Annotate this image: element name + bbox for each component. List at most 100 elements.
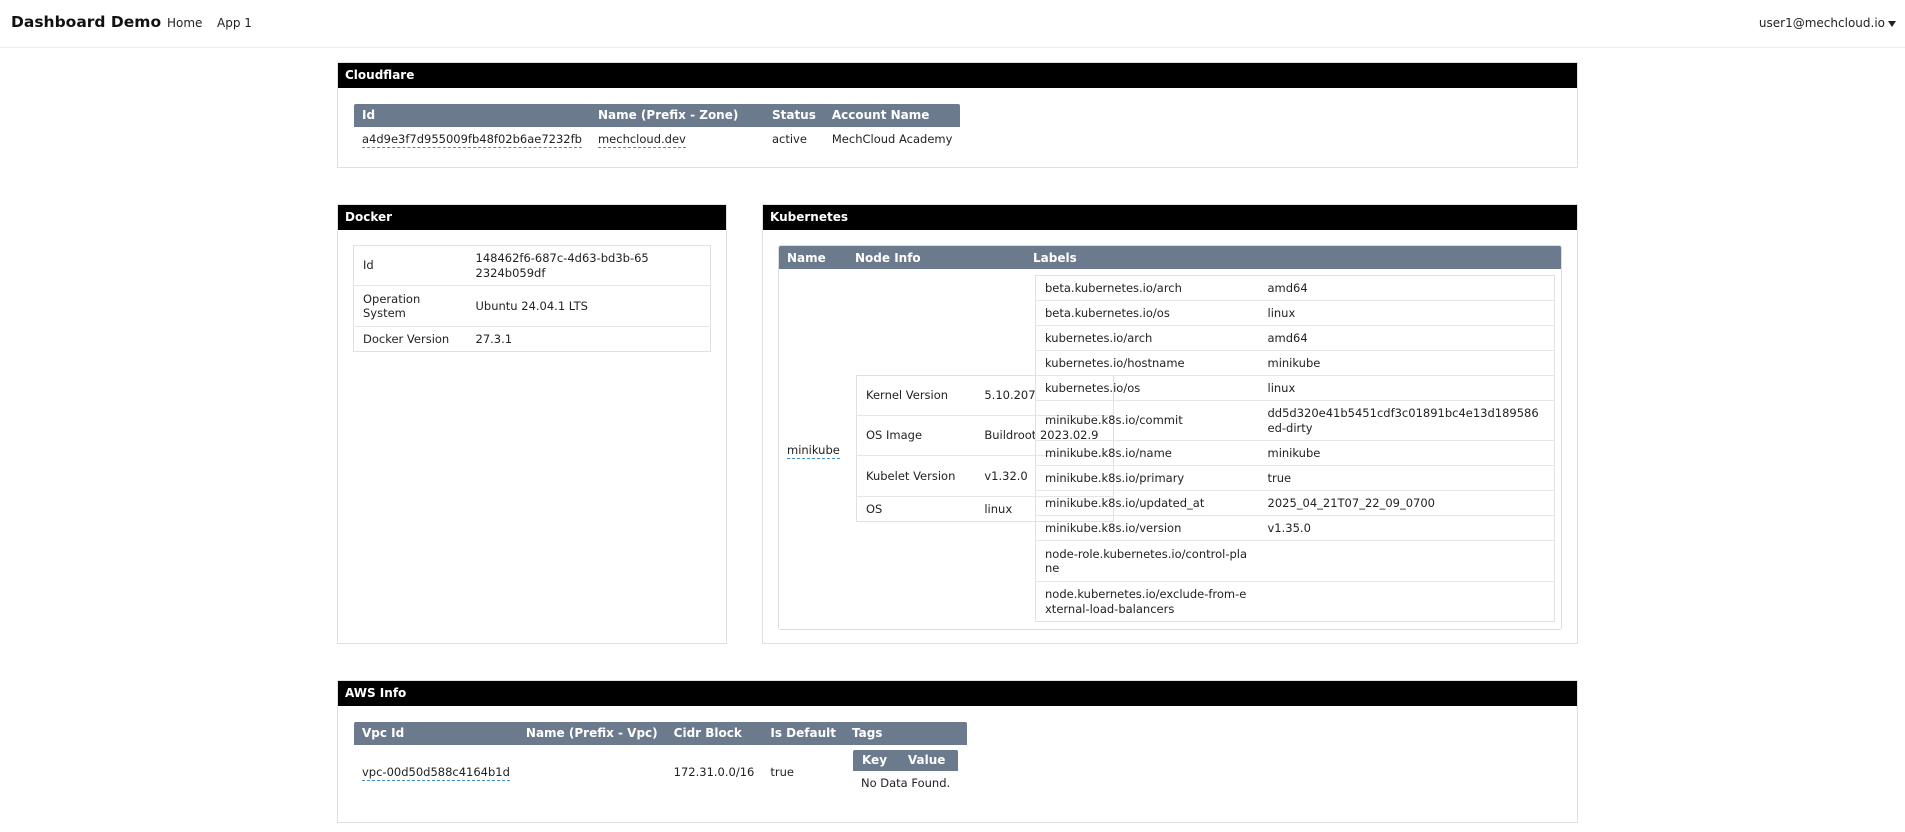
label-key: beta.kubernetes.io/arch bbox=[1045, 280, 1182, 295]
cloudflare-panel: Cloudflare Id Name (Prefix - Zone) Statu… bbox=[337, 62, 1578, 168]
cloudflare-zones-table: Id Name (Prefix - Zone) Status Account N… bbox=[353, 103, 962, 152]
caret-down-icon bbox=[1888, 20, 1896, 27]
column-header-account-name[interactable]: Account Name bbox=[823, 104, 961, 127]
label-value bbox=[1258, 581, 1555, 622]
table-row: node-role.kubernetes.io/control-plane bbox=[1035, 540, 1555, 582]
vpc-name bbox=[518, 745, 666, 800]
docker-id-key: Id bbox=[363, 258, 374, 273]
table-row: minikube.k8s.io/commit dd5d320e41b5451cd… bbox=[1035, 400, 1555, 441]
label-key: node-role.kubernetes.io/control-plane bbox=[1035, 540, 1259, 582]
zone-id-link[interactable]: a4d9e3f7d955009fb48f02b6ae7232fb bbox=[362, 131, 582, 148]
docker-version-value: 27.3.1 bbox=[466, 326, 711, 352]
node-labels-table: beta.kubernetes.io/arch amd64 beta.kuber… bbox=[1035, 275, 1555, 622]
os-key: OS bbox=[856, 496, 976, 522]
table-row: kubernetes.io/hostname minikube bbox=[1035, 350, 1555, 376]
table-row: beta.kubernetes.io/arch amd64 bbox=[1036, 276, 1555, 301]
vpc-cidr-block: 172.31.0.0/16 bbox=[673, 765, 755, 779]
label-value: linux bbox=[1258, 375, 1555, 401]
table-header-row: Id Name (Prefix - Zone) Status Account N… bbox=[354, 104, 961, 127]
table-row: Operation System Ubuntu 24.04.1 LTS bbox=[353, 285, 711, 327]
table-row: vpc-00d50d588c4164b1d 172.31.0.0/16 true… bbox=[354, 745, 967, 800]
label-value: minikube bbox=[1258, 440, 1555, 466]
column-header-tag-key[interactable]: Key bbox=[852, 749, 899, 771]
zone-name-link[interactable]: mechcloud.dev bbox=[597, 131, 686, 148]
docker-info-table: Id 148462f6-687c-4d63-bd3b-652324b059df … bbox=[353, 245, 711, 352]
docker-version-key: Docker Version bbox=[353, 326, 467, 352]
table-row: Docker Version 27.3.1 bbox=[353, 326, 711, 352]
label-value: v1.35.0 bbox=[1258, 515, 1555, 541]
zone-status: active bbox=[771, 131, 807, 146]
table-row: minikube.k8s.io/primary true bbox=[1035, 465, 1555, 491]
docker-panel-title: Docker bbox=[338, 205, 726, 230]
vpc-is-default: true bbox=[770, 765, 794, 779]
column-header-id[interactable]: Id bbox=[354, 104, 590, 127]
column-header-status[interactable]: Status bbox=[763, 104, 824, 127]
label-key: minikube.k8s.io/name bbox=[1035, 440, 1259, 466]
column-header-name[interactable]: Name (Prefix - Zone) bbox=[589, 104, 764, 127]
table-header-row: Key Value bbox=[852, 749, 959, 771]
cloudflare-panel-title: Cloudflare bbox=[338, 63, 1577, 88]
kubernetes-panel: Kubernetes Name Node Info Labels minikub… bbox=[762, 204, 1578, 644]
vpc-tags-table: Key Value No Data Found. bbox=[851, 748, 960, 796]
table-row: a4d9e3f7d955009fb48f02b6ae7232fb mechclo… bbox=[354, 127, 960, 152]
table-row: node.kubernetes.io/exclude-from-external… bbox=[1035, 581, 1555, 622]
table-row: kubernetes.io/os linux bbox=[1035, 375, 1555, 401]
label-key: beta.kubernetes.io/os bbox=[1035, 300, 1259, 326]
label-key: minikube.k8s.io/primary bbox=[1035, 465, 1259, 491]
table-row: minikube.k8s.io/name minikube bbox=[1035, 440, 1555, 466]
user-email: user1@mechcloud.io bbox=[1758, 16, 1885, 30]
label-key: kubernetes.io/hostname bbox=[1035, 350, 1259, 376]
node-name-link[interactable]: minikube bbox=[787, 443, 840, 459]
label-value bbox=[1258, 540, 1555, 582]
vpc-id-link[interactable]: vpc-00d50d588c4164b1d bbox=[362, 765, 510, 781]
column-header-cidr-block[interactable]: Cidr Block bbox=[665, 721, 763, 745]
table-header-row: Name Node Info Labels bbox=[779, 246, 1561, 269]
os-image-key: OS Image bbox=[856, 415, 976, 456]
label-key: kubernetes.io/arch bbox=[1035, 325, 1259, 351]
label-key: node.kubernetes.io/exclude-from-external… bbox=[1035, 581, 1259, 622]
user-menu[interactable]: user1@mechcloud.io bbox=[1759, 16, 1896, 30]
label-value: amd64 bbox=[1267, 280, 1308, 295]
column-header-tag-value[interactable]: Value bbox=[898, 749, 959, 771]
top-navbar: Dashboard Demo Home App 1 user1@mechclou… bbox=[0, 0, 1905, 48]
zone-account-name: MechCloud Academy bbox=[831, 131, 953, 146]
docker-os-key: Operation System bbox=[353, 285, 467, 327]
column-header-node-info[interactable]: Node Info bbox=[855, 251, 921, 265]
kernel-version-key: Kernel Version bbox=[866, 388, 949, 403]
column-header-vpc-id[interactable]: Vpc Id bbox=[354, 721, 518, 745]
column-header-vpc-name[interactable]: Name (Prefix - Vpc) bbox=[517, 721, 666, 745]
nav-link-home[interactable]: Home bbox=[167, 16, 202, 30]
column-header-labels[interactable]: Labels bbox=[1033, 251, 1077, 265]
label-value: amd64 bbox=[1258, 325, 1555, 351]
table-row: kubernetes.io/arch amd64 bbox=[1035, 325, 1555, 351]
tags-empty-message: No Data Found. bbox=[860, 775, 951, 790]
table-row: minikube.k8s.io/updated_at 2025_04_21T07… bbox=[1035, 490, 1555, 516]
nav-link-app-1[interactable]: App 1 bbox=[217, 16, 252, 30]
column-header-name[interactable]: Name bbox=[787, 251, 826, 265]
label-value: true bbox=[1258, 465, 1555, 491]
aws-panel-title: AWS Info bbox=[338, 681, 1577, 706]
column-header-tags[interactable]: Tags bbox=[843, 721, 968, 745]
kubelet-version-key: Kubelet Version bbox=[856, 455, 976, 497]
app-brand[interactable]: Dashboard Demo bbox=[11, 13, 161, 31]
table-row: Id 148462f6-687c-4d63-bd3b-652324b059df bbox=[354, 246, 711, 286]
aws-panel: AWS Info Vpc Id Name (Prefix - Vpc) Cidr… bbox=[337, 680, 1578, 823]
label-value: minikube bbox=[1258, 350, 1555, 376]
label-value: dd5d320e41b5451cdf3c01891bc4e13d189586ed… bbox=[1258, 400, 1555, 441]
kubernetes-panel-title: Kubernetes bbox=[763, 205, 1577, 230]
docker-id-value: 148462f6-687c-4d63-bd3b-652324b059df bbox=[475, 251, 649, 280]
table-row: minikube.k8s.io/version v1.35.0 bbox=[1035, 515, 1555, 541]
label-key: minikube.k8s.io/updated_at bbox=[1035, 490, 1259, 516]
table-header-row: Vpc Id Name (Prefix - Vpc) Cidr Block Is… bbox=[354, 721, 968, 745]
aws-vpc-table: Vpc Id Name (Prefix - Vpc) Cidr Block Is… bbox=[353, 721, 969, 801]
column-header-is-default[interactable]: Is Default bbox=[762, 721, 844, 745]
table-row: No Data Found. bbox=[853, 771, 958, 795]
docker-panel: Docker Id 148462f6-687c-4d63-bd3b-652324… bbox=[337, 204, 727, 644]
label-key: kubernetes.io/os bbox=[1035, 375, 1259, 401]
label-value: 2025_04_21T07_22_09_0700 bbox=[1258, 490, 1555, 516]
label-value: linux bbox=[1258, 300, 1555, 326]
docker-os-value: Ubuntu 24.04.1 LTS bbox=[466, 285, 711, 327]
table-row: beta.kubernetes.io/os linux bbox=[1035, 300, 1555, 326]
label-key: minikube.k8s.io/version bbox=[1035, 515, 1259, 541]
kubernetes-nodes-table: Name Node Info Labels minikube Kernel Ve… bbox=[778, 245, 1562, 630]
